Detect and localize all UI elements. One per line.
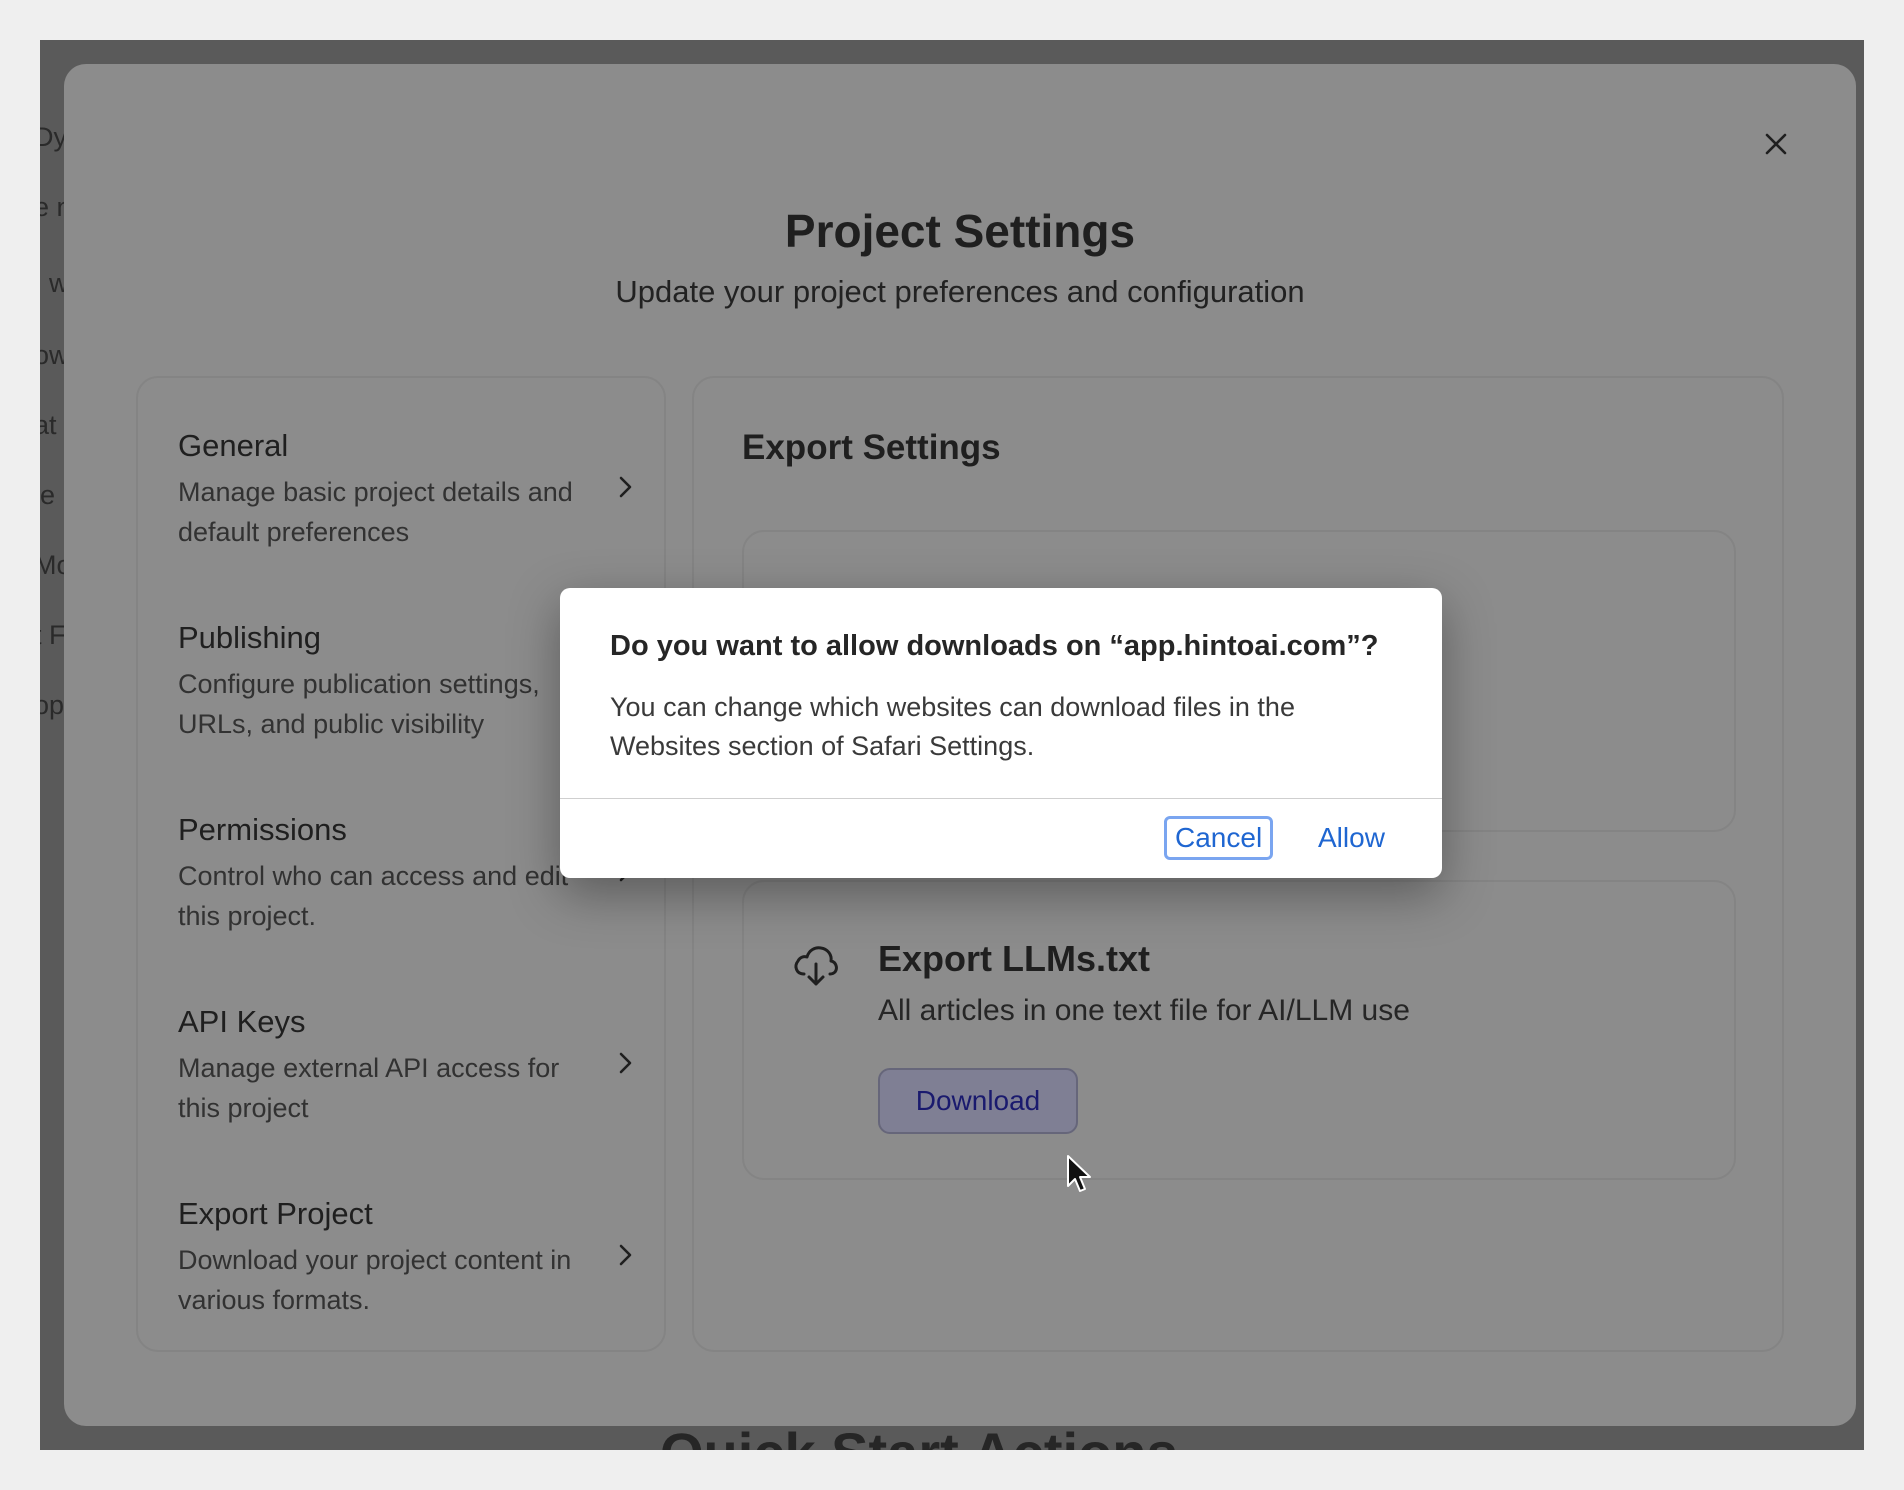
modal-title: Project Settings — [784, 205, 1136, 257]
allow-button[interactable]: Allow — [1310, 816, 1393, 860]
nav-item-desc: Configure publication settings, URLs, an… — [178, 669, 540, 739]
browser-viewport: Dy e n : w ow at le Mo t F op Quick Star… — [40, 40, 1864, 1450]
nav-item-desc: Control who can access and edit this pro… — [178, 861, 569, 931]
card-desc: All articles in one text file for AI/LLM… — [878, 994, 1410, 1027]
nav-item-desc: Manage external API access for this proj… — [178, 1053, 560, 1123]
card-title: Export LLMs.txt — [878, 938, 1151, 979]
modal-subtitle: Update your project preferences and conf… — [615, 274, 1305, 309]
nav-item-desc: Manage basic project details and default… — [178, 477, 573, 547]
chevron-right-icon — [619, 476, 632, 498]
export-llms-card: Export LLMs.txt All articles in one text… — [742, 880, 1736, 1180]
panel-title: Export Settings — [742, 428, 1001, 467]
bg-text-fragment: op — [40, 690, 65, 720]
chevron-right-icon — [619, 1244, 632, 1266]
dialog-divider — [560, 798, 1442, 799]
nav-item-title: General — [178, 428, 289, 463]
cancel-button[interactable]: Cancel — [1164, 816, 1274, 860]
nav-item-api-keys[interactable]: API Keys Manage external API access for … — [178, 1004, 638, 1134]
chevron-right-icon — [619, 1052, 632, 1074]
nav-item-export-project[interactable]: Export Project Download your project con… — [178, 1196, 638, 1326]
close-button[interactable] — [1758, 126, 1794, 162]
bg-text-fragment: at — [40, 410, 57, 440]
bg-text-fragment: t F — [40, 620, 66, 650]
nav-item-general[interactable]: General Manage basic project details and… — [178, 428, 638, 558]
nav-item-title: API Keys — [178, 1004, 306, 1039]
cloud-download-icon — [794, 946, 838, 986]
close-icon — [1765, 133, 1787, 155]
mouse-cursor-icon — [1067, 1155, 1091, 1192]
nav-item-desc: Download your project content in various… — [178, 1245, 572, 1315]
bg-text-fragment: le — [40, 480, 56, 510]
dialog-title: Do you want to allow downloads on “app.h… — [610, 630, 1379, 662]
download-permission-dialog: Do you want to allow downloads on “app.h… — [560, 588, 1442, 878]
nav-item-title: Export Project — [178, 1196, 373, 1231]
download-button[interactable]: Download — [878, 1068, 1078, 1134]
bg-text-fragment: Dy — [40, 122, 67, 152]
dialog-message: You can change which websites can downlo… — [610, 692, 1295, 761]
